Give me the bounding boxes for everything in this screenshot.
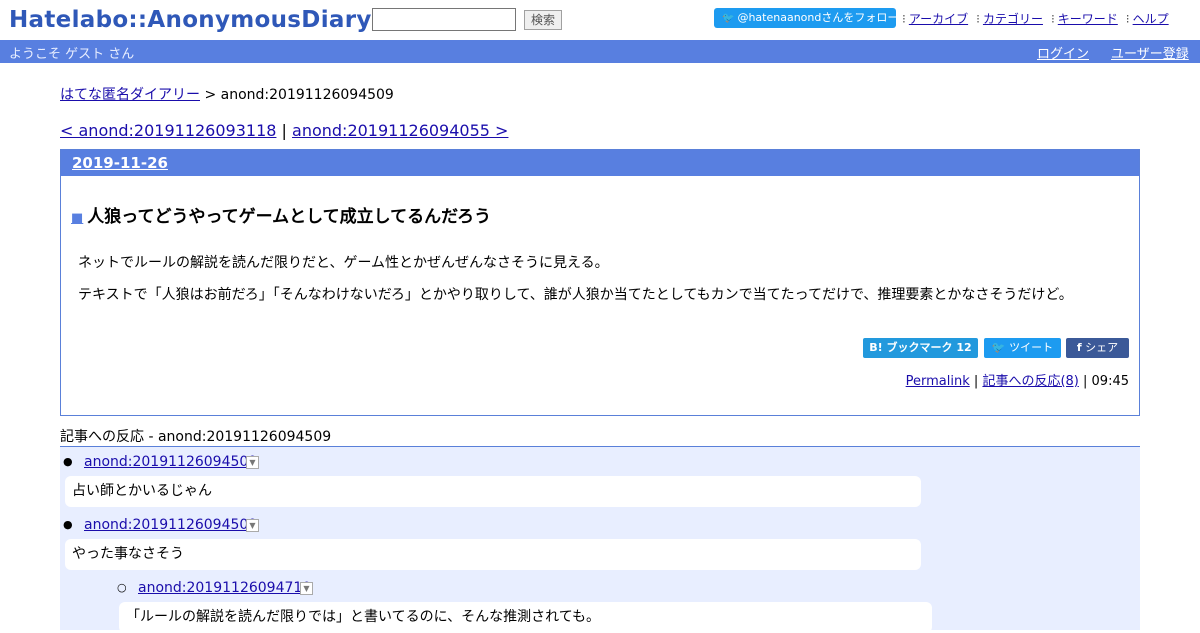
list-bullet: ○ <box>117 581 127 594</box>
nav-keyword[interactable]: キーワード <box>1051 12 1118 26</box>
dropdown-icon[interactable]: ▼ <box>246 519 259 532</box>
site-header: Hatelabo::AnonymousDiary 検索 🐦 @hatenaanon… <box>0 0 1200 40</box>
nav-category[interactable]: カテゴリー <box>976 12 1043 26</box>
entry-title-text: 人狼ってどうやってゲームとして成立してるんだろう <box>87 207 492 227</box>
nav-archive[interactable]: アーカイブ <box>902 12 968 26</box>
bookmark-count: 12 <box>956 341 972 354</box>
register-link[interactable]: ユーザー登録 <box>1111 43 1189 62</box>
entry-footer: Permalink | 記事への反応(8) | 09:45 <box>906 370 1129 389</box>
breadcrumb-home-link[interactable]: はてな匿名ダイアリー <box>60 87 200 103</box>
follow-button-label: @hatenaanondさんをフォロー <box>737 11 896 24</box>
twitter-bird-icon: 🐦 <box>991 341 1006 354</box>
facebook-share-button[interactable]: f シェア <box>1066 338 1129 358</box>
breadcrumb: はてな匿名ダイアリー > anond:20191126094509 <box>60 84 394 104</box>
footer-separator: | <box>1083 374 1088 389</box>
login-link[interactable]: ログイン <box>1037 43 1089 62</box>
response-text: 占い師とかいるじゃん <box>65 476 921 507</box>
list-bullet: ● <box>63 518 73 531</box>
entry-date-link[interactable]: 2019-11-26 <box>72 154 168 172</box>
entry-pager: < anond:20191126093118 | anond:201911260… <box>60 121 508 140</box>
reactions-link[interactable]: 記事への反応(8) <box>982 374 1078 389</box>
breadcrumb-separator: > <box>204 87 217 103</box>
facebook-icon: f <box>1076 341 1082 354</box>
response-text: やった事なさそう <box>65 539 921 570</box>
entry-title: ■ 人狼ってどうやってゲームとして成立してるんだろう <box>71 202 491 227</box>
pager-separator: | <box>281 121 287 140</box>
dropdown-icon[interactable]: ▼ <box>246 456 259 469</box>
footer-separator: | <box>973 374 979 389</box>
response-link[interactable]: anond:20191126094710 <box>138 580 311 596</box>
site-logo[interactable]: Hatelabo::AnonymousDiary <box>9 3 372 37</box>
welcome-text: ようこそ ゲスト さん <box>9 47 135 62</box>
entry-title-marker[interactable]: ■ <box>71 211 83 226</box>
next-entry-link[interactable]: anond:20191126094055 > <box>292 121 508 140</box>
tweet-label: ツイート <box>1009 341 1054 354</box>
response-link[interactable]: anond:20191126094509 <box>84 454 257 470</box>
top-nav: アーカイブカテゴリーキーワードヘルプ <box>902 10 1177 27</box>
user-bar: ようこそ ゲスト さん ログイン ユーザー登録 <box>0 40 1200 63</box>
facebook-share-label: シェア <box>1085 341 1119 354</box>
search-input[interactable] <box>372 8 516 31</box>
diary-entry: 2019-11-26 ■ 人狼ってどうやってゲームとして成立してるんだろう ネット… <box>60 149 1140 416</box>
list-bullet: ● <box>63 455 73 468</box>
prev-entry-link[interactable]: < anond:20191126093118 <box>60 121 276 140</box>
response-text: 「ルールの解説を読んだ限りでは」と書いてるのに、そんな推測されても。 <box>119 602 932 633</box>
responses-header: 記事への反応 - anond:20191126094509 <box>60 426 1140 447</box>
entry-time: 09:45 <box>1091 374 1129 389</box>
twitter-bird-icon: 🐦 <box>722 13 735 24</box>
search-button[interactable]: 検索 <box>524 10 562 30</box>
nav-help[interactable]: ヘルプ <box>1126 12 1169 26</box>
breadcrumb-current: anond:20191126094509 <box>220 87 394 103</box>
dropdown-icon[interactable]: ▼ <box>300 582 313 595</box>
entry-paragraph: ネットでルールの解説を読んだ限りだと、ゲーム性とかぜんぜんなさそうに見える。 <box>78 255 609 271</box>
entry-paragraph: テキストで「人狼はお前だろ」「そんなわけないだろ」とかやり取りして、誰が人狼か当… <box>78 287 1073 303</box>
hatena-bookmark-button[interactable]: B! ブックマーク 12 <box>863 338 978 358</box>
entry-date-bar: 2019-11-26 <box>61 150 1139 176</box>
response-link[interactable]: anond:20191126094509 <box>84 517 257 533</box>
permalink-link[interactable]: Permalink <box>906 374 970 389</box>
twitter-follow-button[interactable]: 🐦 @hatenaanondさんをフォロー <box>714 8 896 28</box>
bookmark-label: B! ブックマーク <box>869 341 953 354</box>
tweet-button[interactable]: 🐦 ツイート <box>984 338 1061 358</box>
responses-list: ● anond:20191126094509 ▼ 占い師とかいるじゃん ● an… <box>60 447 1140 633</box>
